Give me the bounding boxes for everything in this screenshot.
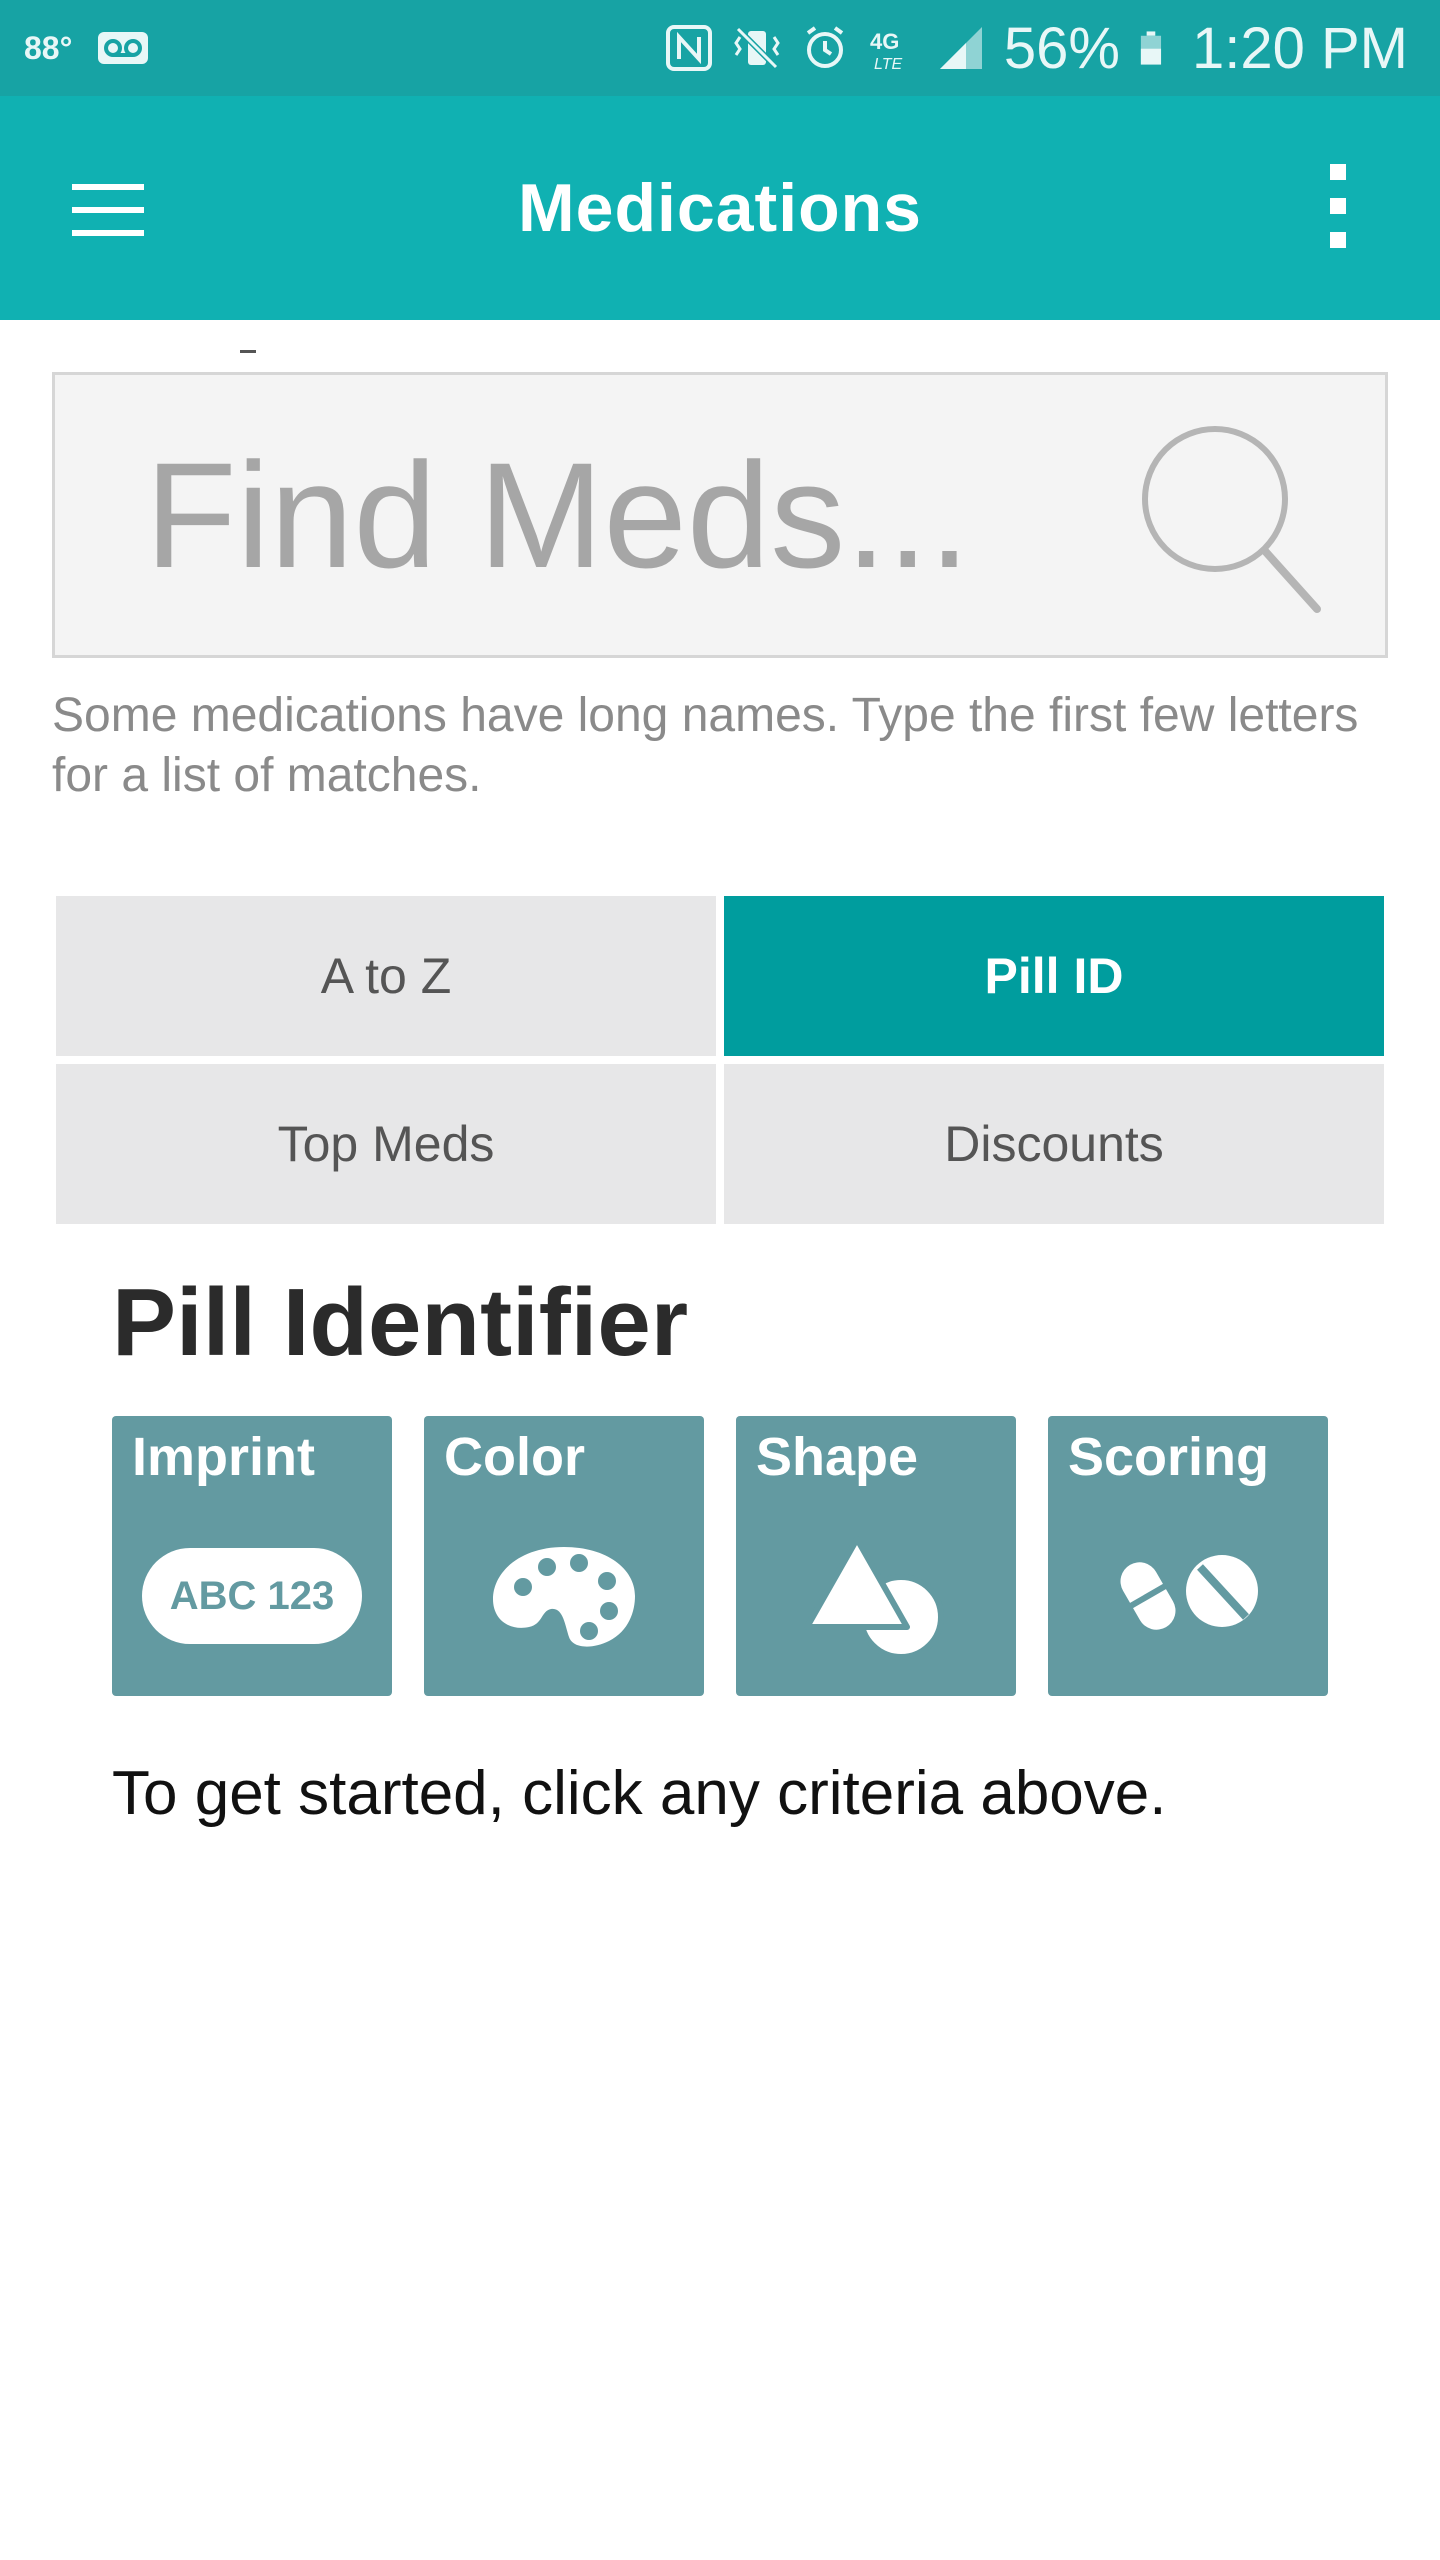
page-title: Medications <box>518 170 922 246</box>
scored-pill-icon <box>1120 1555 1258 1630</box>
tile-label: Color <box>444 1427 585 1487</box>
app-bar: Medications <box>0 96 1440 320</box>
tile-label: Scoring <box>1068 1427 1270 1487</box>
imprint-criteria-button[interactable]: Imprint ABC 123 <box>112 1416 392 1696</box>
overflow-menu-icon <box>1330 164 1346 248</box>
shape-icon <box>804 1536 944 1660</box>
scoring-criteria-button[interactable]: Scoring <box>1048 1416 1328 1696</box>
status-right: 4G LTE 56% 1:20 PM <box>664 0 1408 96</box>
color-criteria-button[interactable]: Color <box>424 1416 704 1696</box>
imprint-icon: ABC 123 <box>112 1516 392 1676</box>
battery-percent-text: 56% <box>1003 15 1120 81</box>
tile-art <box>736 1516 1016 1676</box>
tab-discounts[interactable]: Discounts <box>724 1064 1384 1224</box>
imprint-sample-text: ABC 123 <box>142 1548 362 1644</box>
signal-icon <box>939 27 982 69</box>
text-cursor-mark <box>240 350 256 353</box>
overflow-menu-button[interactable] <box>1308 146 1368 266</box>
tile-art <box>424 1516 704 1676</box>
menu-icon <box>72 184 144 236</box>
tile-label: Imprint <box>132 1427 315 1487</box>
temperature-text: 88° <box>24 29 73 66</box>
vibrate-icon <box>734 26 780 70</box>
svg-text:LTE: LTE <box>874 56 902 73</box>
tab-a-to-z[interactable]: A to Z <box>56 896 716 1056</box>
search-input[interactable] <box>145 425 1145 605</box>
palette-icon <box>493 1547 635 1647</box>
clock-text: 1:20 PM <box>1192 15 1408 81</box>
battery-icon <box>1140 31 1162 65</box>
search-helper-text: Some medications have long names. Type t… <box>52 689 1359 802</box>
svg-text:4G: 4G <box>870 29 899 54</box>
lte-icon: 4G LTE <box>870 29 902 73</box>
voicemail-icon <box>98 32 149 64</box>
nfc-icon <box>665 25 712 71</box>
search-box[interactable] <box>52 372 1388 658</box>
status-bar: 88° 4G LTE 56% 1:20 PM <box>0 0 1440 96</box>
menu-button[interactable] <box>60 162 156 258</box>
section-title: Pill Identifier <box>112 1269 689 1376</box>
instruction-text: To get started, click any criteria above… <box>112 1759 1167 1828</box>
tile-art <box>1048 1516 1328 1676</box>
status-left: 88° <box>24 0 150 96</box>
search-icon[interactable] <box>1127 411 1327 621</box>
tab-top-meds[interactable]: Top Meds <box>56 1064 716 1224</box>
tile-label: Shape <box>756 1427 919 1487</box>
shape-criteria-button[interactable]: Shape <box>736 1416 1016 1696</box>
alarm-icon <box>806 26 844 68</box>
tab-pill-id[interactable]: Pill ID <box>724 896 1384 1056</box>
